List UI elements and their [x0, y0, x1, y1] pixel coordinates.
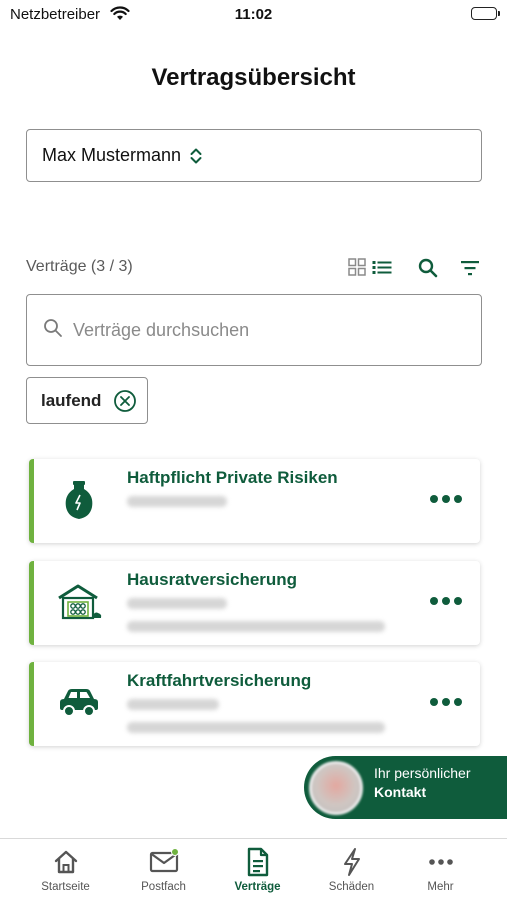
filter-chip-label: laufend [41, 390, 102, 410]
close-circle-icon[interactable] [113, 389, 137, 413]
contact-label-line1: Ihr persönlicher [374, 765, 471, 781]
tab-label: Verträge [234, 881, 281, 893]
contract-card[interactable]: Kraftfahrtversicherung [29, 662, 480, 746]
chevron-updown-icon [189, 147, 203, 165]
filter-chip[interactable]: laufend [26, 377, 148, 424]
car-icon [54, 678, 104, 728]
mail-icon [113, 845, 214, 879]
grid-view-icon[interactable] [348, 258, 366, 281]
tab-postfach[interactable]: Postfach [113, 845, 214, 893]
search-field-icon [43, 318, 63, 343]
contract-card[interactable]: Hausratversicherung [29, 561, 480, 645]
contract-address-redacted [127, 621, 385, 632]
tab-label: Startseite [41, 881, 90, 893]
contracts-toolbar: Verträge (3 / 3) [26, 258, 482, 278]
unread-indicator [171, 848, 179, 856]
contact-label-line2: Kontakt [374, 784, 427, 800]
more-options-icon[interactable] [430, 698, 462, 706]
contract-card[interactable]: Haftpflicht Private Risiken [29, 459, 480, 543]
page-title: Vertragsübersicht [151, 64, 356, 91]
more-options-icon[interactable] [430, 597, 462, 605]
tab-bar: Startseite Postfach Verträge Schäden Meh… [0, 838, 507, 900]
avatar [309, 761, 363, 815]
status-bar: Netzbetreiber 11:02 [0, 0, 507, 30]
tab-schaeden[interactable]: Schäden [301, 845, 402, 893]
contract-number-redacted [127, 598, 227, 609]
search-placeholder: Verträge durchsuchen [73, 319, 250, 340]
contracts-count: Verträge (3 / 3) [26, 258, 133, 275]
contract-title: Kraftfahrtversicherung [127, 671, 312, 690]
contract-title: Haftpflicht Private Risiken [127, 468, 338, 487]
person-selector[interactable]: Max Mustermann [26, 129, 482, 182]
clock: 11:02 [234, 6, 273, 23]
person-selector-value: Max Mustermann [42, 145, 182, 165]
battery-icon [471, 7, 500, 20]
tab-label: Schäden [328, 881, 375, 893]
tab-mehr[interactable]: Mehr [390, 845, 491, 893]
contract-number-redacted [127, 699, 219, 710]
search-icon[interactable] [418, 258, 438, 283]
house-icon [54, 577, 104, 627]
more-options-icon[interactable] [430, 495, 462, 503]
contracts-search-input[interactable]: Verträge durchsuchen [26, 294, 482, 366]
view-toggle [348, 258, 392, 281]
personal-contact-button[interactable]: Ihr persönlicher Kontakt [304, 756, 507, 819]
lightning-icon [301, 845, 402, 879]
more-icon [390, 845, 491, 879]
document-icon [207, 845, 308, 879]
tab-label: Postfach [141, 881, 186, 893]
tab-startseite[interactable]: Startseite [15, 845, 116, 893]
contract-title: Hausratversicherung [127, 570, 298, 589]
contract-vehicle-redacted [127, 722, 385, 733]
vase-icon [54, 475, 104, 525]
contract-number-redacted [127, 496, 227, 507]
tab-vertraege[interactable]: Verträge [207, 845, 308, 893]
tab-label: Mehr [427, 881, 454, 893]
filter-icon[interactable] [460, 259, 480, 282]
home-icon [15, 845, 116, 879]
list-view-icon[interactable] [372, 258, 392, 281]
